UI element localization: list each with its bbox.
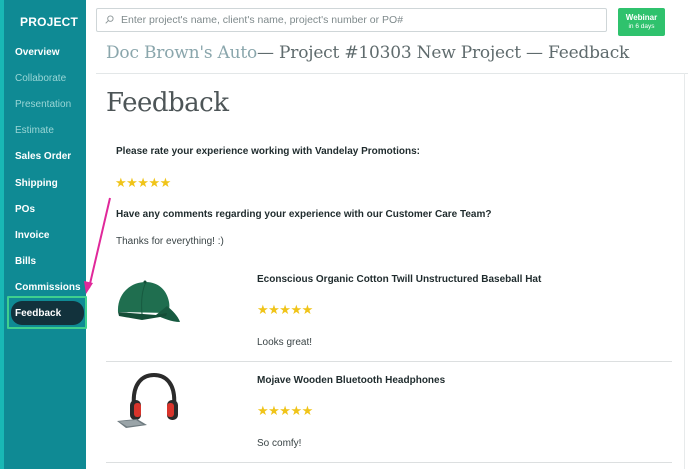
webinar-label: Webinar [625,13,658,22]
webinar-countdown: in 6 days [628,23,655,30]
sidebar-item-commissions[interactable]: Commissions [15,282,81,293]
sidebar-item-collaborate[interactable]: Collaborate [15,73,66,84]
comments-answer: Thanks for everything! :) [116,236,224,247]
sidebar-item-bills[interactable]: Bills [15,256,36,267]
sidebar-edge [0,0,4,469]
product-name-headphones: Mojave Wooden Bluetooth Headphones [257,375,446,386]
product-comment-hat: Looks great! [257,337,313,348]
headphones-image [117,372,178,428]
webinar-button[interactable]: Webinar in 6 days [618,8,665,36]
product-rating-stars-hat: ★★★★★ [257,302,313,317]
baseball-hat-image [117,280,180,322]
rating-question: Please rate your experience working with… [116,146,420,157]
product-rating-stars-headphones: ★★★★★ [257,403,313,418]
sidebar-title: PROJECT [20,15,79,29]
annotation-arrow [84,197,111,294]
sidebar-item-shipping[interactable]: Shipping [15,178,58,189]
content-border [684,73,685,469]
sidebar-item-presentation[interactable]: Presentation [15,99,71,110]
breadcrumb-client-link[interactable]: Doc Brown's Auto [106,43,257,63]
row-divider [106,361,672,362]
search-input[interactable] [121,12,591,28]
product-comment-headphones: So comfy! [257,438,302,449]
sidebar-item-sales-order[interactable]: Sales Order [15,151,71,162]
sidebar-item-overview[interactable]: Overview [15,47,59,58]
sidebar-item-feedback[interactable]: Feedback [15,308,61,319]
search-box[interactable] [96,8,607,32]
page-title: Feedback [106,88,229,118]
search-icon [105,15,114,24]
overall-rating-stars: ★★★★★ [115,175,171,190]
comments-question: Have any comments regarding your experie… [116,209,492,220]
product-name-hat: Econscious Organic Cotton Twill Unstruct… [257,274,542,285]
sidebar-item-invoice[interactable]: Invoice [15,230,49,241]
breadcrumb-rest: — Project #10303 New Project — Feedback [257,43,630,63]
breadcrumb: Doc Brown's Auto— Project #10303 New Pro… [106,43,629,63]
sidebar-item-estimate[interactable]: Estimate [15,125,54,136]
row-divider [106,462,672,463]
sidebar-item-pos[interactable]: POs [15,204,35,215]
header-divider [96,73,688,74]
